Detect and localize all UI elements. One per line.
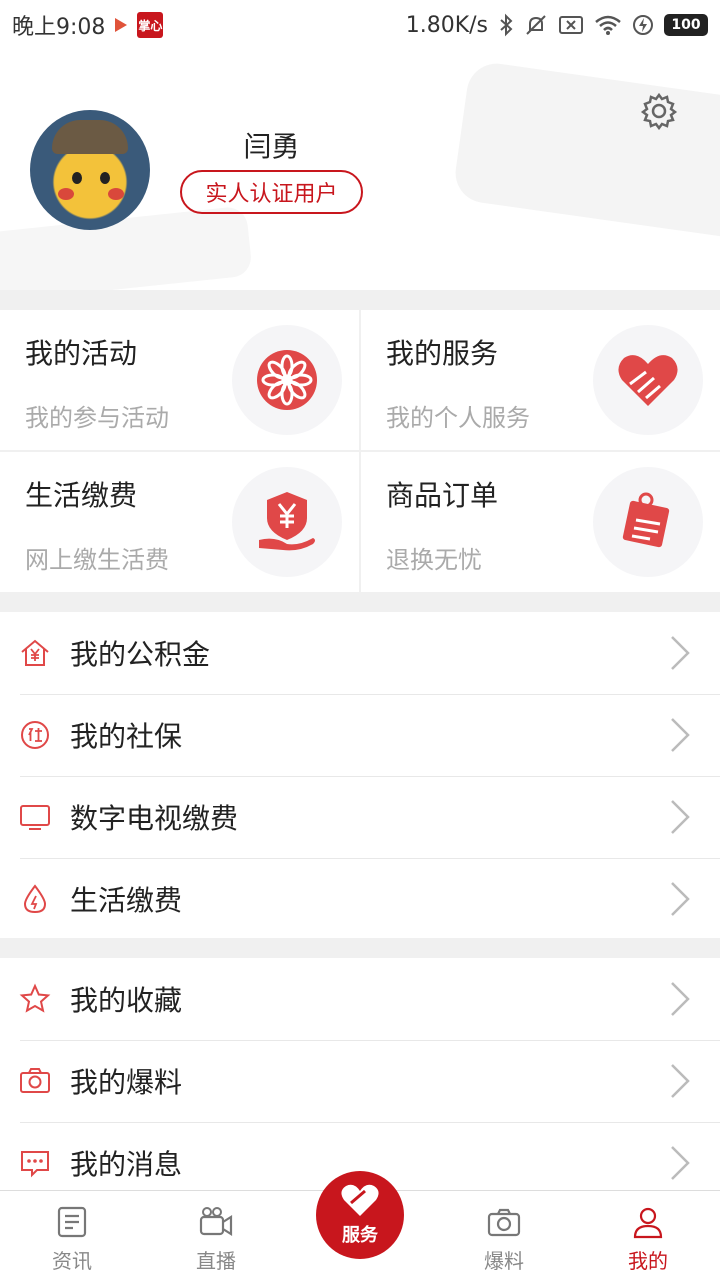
- bottom-tab-bar: 资讯 直播 服务 爆料 我的: [0, 1171, 720, 1280]
- list-item-social-security[interactable]: 我的社保: [0, 694, 720, 776]
- list-item-life-payment[interactable]: 生活缴费: [0, 858, 720, 940]
- card-title: 我的服务: [386, 337, 499, 370]
- social-security-icon: [21, 721, 49, 749]
- app-notification-icon: 掌心: [137, 12, 164, 38]
- tab-live[interactable]: 直播: [156, 1191, 276, 1280]
- house-yuan-icon: [21, 639, 49, 666]
- list-item-my-reports[interactable]: 我的爆料: [0, 1040, 720, 1122]
- card-subtitle: 我的参与活动: [25, 404, 169, 432]
- yuan-shield-hand-icon: [259, 492, 315, 551]
- tab-label: 服务: [342, 1225, 378, 1246]
- chevron-right-icon: [671, 1064, 690, 1098]
- tab-label: 我的: [628, 1249, 668, 1273]
- avatar-cheek-shape: [108, 188, 124, 200]
- card-subtitle: 退换无忧: [386, 546, 482, 574]
- gear-icon[interactable]: [640, 92, 678, 130]
- heart-hand-icon: [618, 355, 678, 406]
- avatar-cheek-shape: [58, 188, 74, 200]
- tab-label: 资讯: [52, 1249, 92, 1273]
- chevron-right-icon: [671, 636, 690, 670]
- flower-medallion-icon: [257, 350, 317, 410]
- verified-badge[interactable]: 实人认证用户: [180, 170, 363, 214]
- avatar-eye-shape: [100, 172, 110, 184]
- video-camera-icon: [199, 1207, 233, 1236]
- tab-reports[interactable]: 爆料: [444, 1191, 564, 1280]
- chevron-right-icon: [671, 1146, 690, 1180]
- mute-bell-icon: [526, 15, 546, 35]
- status-time: 晚上9:08: [12, 15, 106, 40]
- watermark-shape: [0, 205, 253, 290]
- service-grid: 我的活动 我的参与活动 我的服务 我的个人服务 生活缴费 网上缴生活费 商品订单…: [0, 310, 720, 592]
- list-item-label: 数字电视缴费: [70, 802, 239, 835]
- camera-icon: [487, 1208, 521, 1237]
- star-icon: [19, 983, 51, 1013]
- list-item-favorites[interactable]: 我的收藏: [0, 958, 720, 1040]
- play-store-icon: [115, 18, 128, 32]
- drop-bolt-icon: [23, 884, 47, 914]
- chevron-right-icon: [671, 800, 690, 834]
- camera-icon: [20, 1068, 50, 1093]
- person-icon: [633, 1207, 663, 1239]
- card-icon-wrap: [593, 325, 703, 435]
- profile-header: 闫勇 实人认证用户: [0, 50, 720, 290]
- list-item-digital-tv[interactable]: 数字电视缴费: [0, 776, 720, 858]
- card-title: 生活缴费: [25, 479, 138, 512]
- avatar-eye-shape: [72, 172, 82, 184]
- list-item-label: 我的爆料: [70, 1066, 183, 1099]
- list-item-label: 我的社保: [70, 720, 183, 753]
- clipboard-order-icon: [622, 492, 670, 548]
- tab-label: 爆料: [484, 1249, 524, 1273]
- network-speed: 1.80K/s: [405, 12, 488, 38]
- list-item-label: 我的消息: [70, 1148, 183, 1181]
- list-item-icon-wrap: [18, 636, 52, 670]
- card-icon-wrap: [232, 325, 342, 435]
- list-item-icon-wrap: [18, 718, 52, 752]
- tab-label: 直播: [196, 1249, 236, 1273]
- chevron-right-icon: [671, 718, 690, 752]
- news-icon: [57, 1206, 87, 1238]
- list-item-icon-wrap: [18, 800, 52, 834]
- sim-off-icon: [559, 16, 583, 34]
- list-item-housing-fund[interactable]: 我的公积金: [0, 612, 720, 694]
- personal-list: 我的收藏 我的爆料 我的消息: [0, 958, 720, 1190]
- message-icon: [21, 1151, 49, 1178]
- wifi-icon: [595, 15, 621, 35]
- status-bar: 晚上9:08 掌心 1.80K/s 100: [0, 0, 720, 50]
- chevron-right-icon: [671, 982, 690, 1016]
- card-title: 商品订单: [386, 479, 499, 512]
- battery-icon: 100: [664, 14, 708, 36]
- card-subtitle: 网上缴生活费: [25, 546, 169, 574]
- list-item-label: 我的收藏: [70, 984, 183, 1017]
- watermark-shape: [451, 59, 720, 241]
- card-subtitle: 我的个人服务: [386, 404, 530, 432]
- tab-mine[interactable]: 我的: [588, 1191, 708, 1280]
- card-icon-wrap: [593, 467, 703, 577]
- username: 闫勇: [243, 130, 300, 163]
- chevron-right-icon: [671, 882, 690, 916]
- card-my-services[interactable]: 我的服务 我的个人服务: [361, 310, 720, 450]
- card-my-activities[interactable]: 我的活动 我的参与活动: [0, 310, 359, 450]
- services-list: 我的公积金 我的社保 数字电视缴费 生活缴费: [0, 612, 720, 938]
- list-item-label: 我的公积金: [70, 638, 211, 671]
- charging-icon: [633, 15, 653, 35]
- avatar[interactable]: [30, 110, 150, 230]
- list-item-icon-wrap: [18, 882, 52, 916]
- card-product-orders[interactable]: 商品订单 退换无忧: [361, 452, 720, 592]
- tv-icon: [20, 805, 50, 830]
- tab-services[interactable]: 服务: [316, 1171, 404, 1259]
- list-item-label: 生活缴费: [70, 884, 183, 917]
- avatar-hat-shape: [52, 120, 128, 154]
- card-title: 我的活动: [25, 337, 138, 370]
- card-icon-wrap: [232, 467, 342, 577]
- bluetooth-icon: [500, 13, 513, 37]
- list-item-icon-wrap: [18, 982, 52, 1016]
- card-life-payment[interactable]: 生活缴费 网上缴生活费: [0, 452, 359, 592]
- heart-pill-icon: [341, 1184, 379, 1216]
- list-item-icon-wrap: [18, 1146, 52, 1180]
- tab-news[interactable]: 资讯: [12, 1191, 132, 1280]
- list-item-icon-wrap: [18, 1064, 52, 1098]
